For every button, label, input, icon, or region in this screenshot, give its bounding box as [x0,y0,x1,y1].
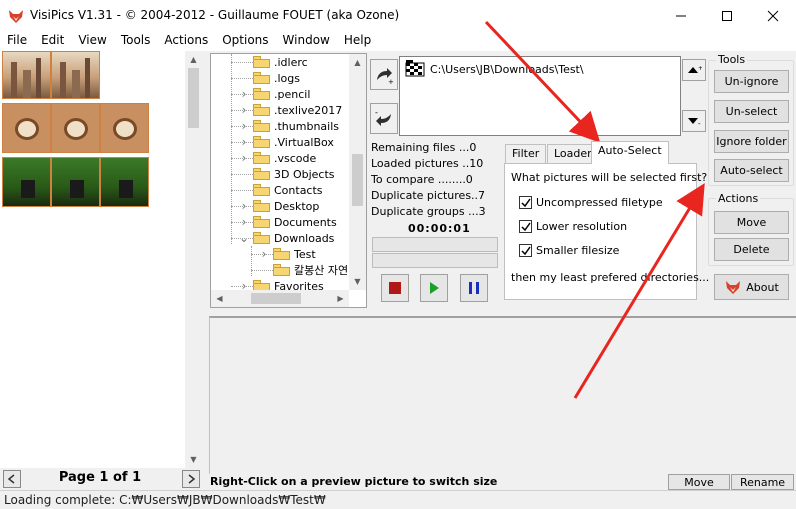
tab-auto-select[interactable]: Auto-Select [591,141,669,164]
annotation-arrows [484,20,705,399]
arrow-to-auto-select-button [573,183,705,399]
arrow-to-auto-select-tab [484,20,601,143]
